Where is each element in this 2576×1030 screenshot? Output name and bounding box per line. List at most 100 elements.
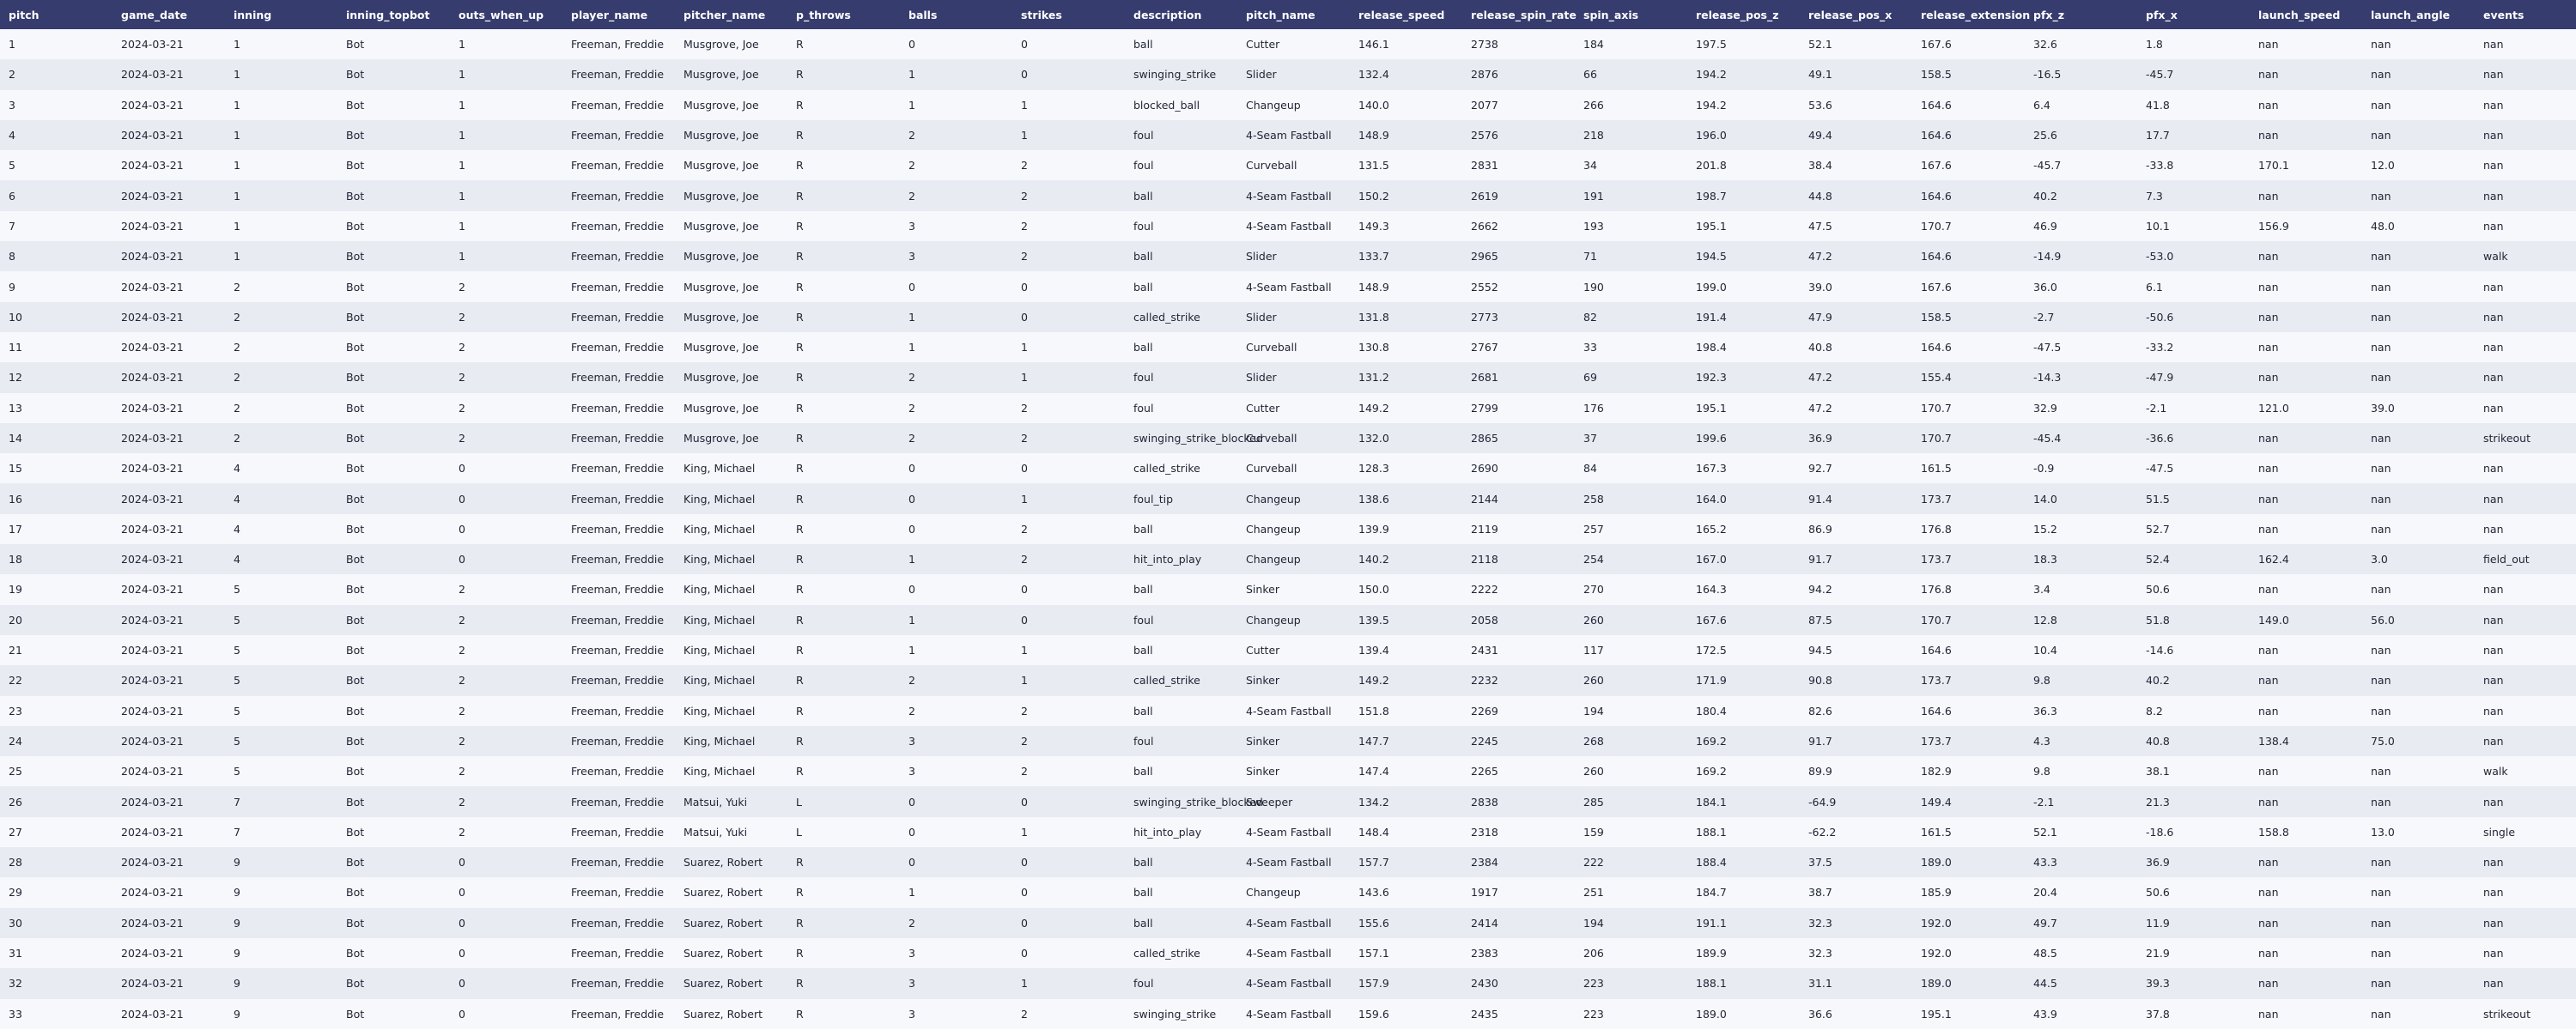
- cell-inning: 4: [225, 483, 337, 514]
- cell-balls: 0: [900, 786, 1012, 817]
- column-header-release-spin-rate[interactable]: release_spin_rate: [1462, 0, 1577, 29]
- cell-inning: 1: [225, 180, 337, 211]
- cell-description: swinging_strike_blocked: [1125, 786, 1263, 817]
- cell-pfx-z: 40.2: [2025, 180, 2137, 211]
- column-header-pitcher-name[interactable]: pitcher_name: [675, 0, 787, 29]
- cell-launch-speed: nan: [2250, 968, 2362, 999]
- cell-pfx-x: 36.9: [2137, 847, 2250, 878]
- cell-inning-topbot: Bot: [337, 695, 450, 726]
- cell-release-extension: 192.0: [1912, 937, 2025, 969]
- cell-inning: 9: [225, 937, 337, 969]
- cell-pitch-name: 4-Seam Fastball: [1237, 998, 1350, 1029]
- cell-strikes: 1: [1012, 362, 1125, 393]
- cell-strikes: 2: [1012, 695, 1125, 726]
- cell-pitcher-name: Musgrove, Joe: [675, 59, 787, 90]
- column-header-pitch-name[interactable]: pitch_name: [1237, 0, 1350, 29]
- cell-pfx-z: 36.0: [2025, 271, 2137, 302]
- cell-pitcher-name: Musgrove, Joe: [675, 301, 787, 332]
- column-header-inning[interactable]: inning: [225, 0, 337, 29]
- cell-pfx-z: 52.1: [2025, 816, 2137, 848]
- cell-pitch-name: 4-Seam Fastball: [1237, 695, 1350, 726]
- column-header-pitch[interactable]: pitch: [0, 0, 112, 29]
- column-header-outs-when-up[interactable]: outs_when_up: [450, 0, 562, 29]
- cell-pfx-z: 43.9: [2025, 998, 2137, 1029]
- column-header-launch-angle[interactable]: launch_angle: [2362, 0, 2475, 29]
- cell-strikes: 0: [1012, 937, 1125, 969]
- cell-spin-axis: 37: [1575, 422, 1687, 454]
- cell-pitcher-name: Suarez, Robert: [675, 998, 787, 1029]
- column-header-description[interactable]: description: [1125, 0, 1237, 29]
- cell-balls: 3: [900, 968, 1012, 999]
- cell-launch-angle: nan: [2362, 301, 2475, 332]
- column-header-release-speed[interactable]: release_speed: [1350, 0, 1462, 29]
- cell-events: nan: [2475, 301, 2576, 332]
- cell-pitch-name: Cutter: [1237, 29, 1350, 60]
- cell-pitcher-name: Musgrove, Joe: [675, 89, 787, 120]
- cell-launch-speed: nan: [2250, 907, 2362, 938]
- cell-p-throws: R: [787, 665, 900, 696]
- table-row: 31 2024-03-21 9 Bot 0 Freeman, Freddie Suarez,…: [0, 937, 2576, 969]
- cell-pitch: 10: [0, 301, 112, 332]
- column-header-release-extension[interactable]: release_extension: [1912, 0, 2030, 29]
- column-header-inning-topbot[interactable]: inning_topbot: [337, 0, 450, 29]
- cell-launch-speed: nan: [2250, 634, 2362, 666]
- cell-description: called_strike: [1125, 301, 1237, 332]
- cell-release-pos-x: 90.8: [1800, 665, 1912, 696]
- column-header-release-pos-z[interactable]: release_pos_z: [1687, 0, 1800, 29]
- cell-release-extension: 158.5: [1912, 59, 2025, 90]
- cell-p-throws: R: [787, 634, 900, 666]
- cell-spin-axis: 258: [1575, 483, 1687, 514]
- column-header-player-name[interactable]: player_name: [562, 0, 675, 29]
- cell-release-pos-z: 199.6: [1687, 422, 1800, 454]
- column-header-game-date[interactable]: game_date: [112, 0, 225, 29]
- cell-launch-angle: nan: [2362, 574, 2475, 605]
- cell-description: foul: [1125, 150, 1237, 181]
- cell-player-name: Freeman, Freddie: [562, 604, 675, 635]
- column-header-pfx-x[interactable]: pfx_x: [2137, 0, 2250, 29]
- cell-pitch-name: Sinker: [1237, 665, 1350, 696]
- cell-pfx-z: -47.5: [2025, 331, 2137, 363]
- column-header-pfx-z[interactable]: pfx_z: [2025, 0, 2137, 29]
- cell-launch-angle: nan: [2362, 756, 2475, 787]
- cell-game-date: 2024-03-21: [112, 483, 225, 514]
- column-header-events[interactable]: events: [2475, 0, 2576, 29]
- cell-outs-when-up: 0: [450, 513, 562, 545]
- cell-pfx-x: -45.7: [2137, 59, 2250, 90]
- cell-balls: 1: [900, 877, 1012, 908]
- table-row: 13 2024-03-21 2 Bot 2 Freeman, Freddie Musgrov…: [0, 392, 2576, 423]
- cell-pitcher-name: Suarez, Robert: [675, 847, 787, 878]
- cell-strikes: 2: [1012, 998, 1125, 1029]
- table-row: 3 2024-03-21 1 Bot 1 Freeman, Freddie Musgrove…: [0, 89, 2576, 120]
- cell-outs-when-up: 0: [450, 877, 562, 908]
- column-header-release-pos-x[interactable]: release_pos_x: [1800, 0, 1912, 29]
- cell-events: nan: [2475, 847, 2576, 878]
- cell-inning: 2: [225, 331, 337, 363]
- cell-strikes: 0: [1012, 59, 1125, 90]
- cell-release-pos-x: 87.5: [1800, 604, 1912, 635]
- column-header-launch-speed[interactable]: launch_speed: [2250, 0, 2362, 29]
- cell-description: foul: [1125, 604, 1237, 635]
- cell-inning-topbot: Bot: [337, 422, 450, 454]
- cell-release-pos-z: 180.4: [1687, 695, 1800, 726]
- column-header-spin-axis[interactable]: spin_axis: [1575, 0, 1687, 29]
- cell-release-pos-z: 164.0: [1687, 483, 1800, 514]
- cell-outs-when-up: 1: [450, 29, 562, 60]
- cell-pitcher-name: King, Michael: [675, 453, 787, 484]
- cell-inning-topbot: Bot: [337, 634, 450, 666]
- cell-pitch: 20: [0, 604, 112, 635]
- cell-events: nan: [2475, 483, 2576, 514]
- cell-release-pos-z: 199.0: [1687, 271, 1800, 302]
- cell-outs-when-up: 1: [450, 89, 562, 120]
- cell-game-date: 2024-03-21: [112, 665, 225, 696]
- cell-release-pos-x: -64.9: [1800, 786, 1912, 817]
- column-header-strikes[interactable]: strikes: [1012, 0, 1125, 29]
- cell-pfx-z: 9.8: [2025, 665, 2137, 696]
- cell-pfx-z: 3.4: [2025, 574, 2137, 605]
- cell-pitcher-name: King, Michael: [675, 574, 787, 605]
- cell-pitch: 24: [0, 725, 112, 757]
- column-header-p-throws[interactable]: p_throws: [787, 0, 900, 29]
- cell-pfx-x: -14.6: [2137, 634, 2250, 666]
- cell-launch-speed: nan: [2250, 271, 2362, 302]
- cell-release-extension: 176.8: [1912, 574, 2025, 605]
- column-header-balls[interactable]: balls: [900, 0, 1012, 29]
